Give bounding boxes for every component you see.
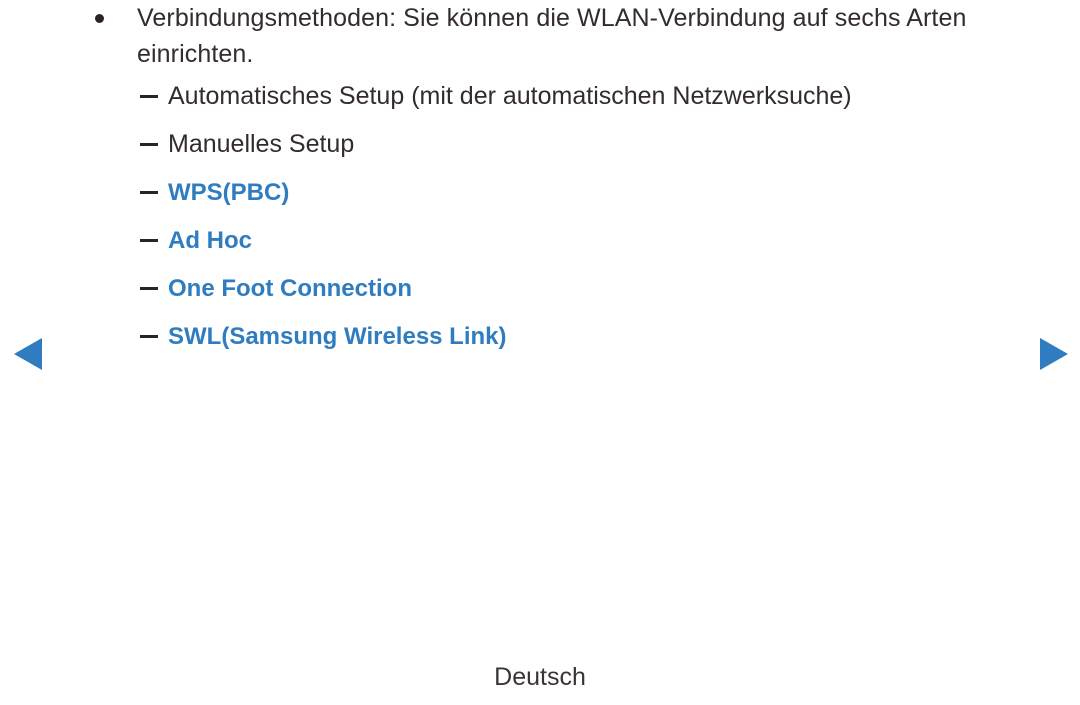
connection-method-list: Automatisches Setup (mit der automatisch… [0,72,1080,360]
footer-language-label: Deutsch [494,663,586,691]
list-item-label: Manuelles Setup [168,130,355,158]
list-item-label[interactable]: Ad Hoc [168,217,252,265]
page-content: Verbindungsmethoden: Sie können die WLAN… [0,0,1080,360]
dash-marker-icon [140,335,158,338]
bullet-paragraph-text: Verbindungsmethoden: Sie können die WLAN… [137,4,967,68]
list-item-link[interactable]: SWL(Samsung Wireless Link) [0,312,1080,360]
list-item-link[interactable]: WPS(PBC) [0,168,1080,216]
dash-marker-icon [140,287,158,290]
list-item-label[interactable]: WPS(PBC) [168,169,289,217]
dash-marker-icon [140,95,158,98]
list-item-link[interactable]: One Foot Connection [0,264,1080,312]
manual-page: Verbindungsmethoden: Sie können die WLAN… [0,0,1080,705]
list-item-label[interactable]: SWL(Samsung Wireless Link) [168,313,507,361]
list-item: Automatisches Setup (mit der automatisch… [0,72,1080,120]
dash-marker-icon [140,239,158,242]
dash-marker-icon [140,191,158,194]
bullet-paragraph: Verbindungsmethoden: Sie können die WLAN… [0,0,1080,72]
list-item-link[interactable]: Ad Hoc [0,216,1080,264]
list-item: Manuelles Setup [0,120,1080,168]
list-item-label: Automatisches Setup (mit der automatisch… [168,82,852,110]
bullet-dot-icon [95,14,104,23]
dash-marker-icon [140,143,158,146]
list-item-label[interactable]: One Foot Connection [168,265,412,313]
